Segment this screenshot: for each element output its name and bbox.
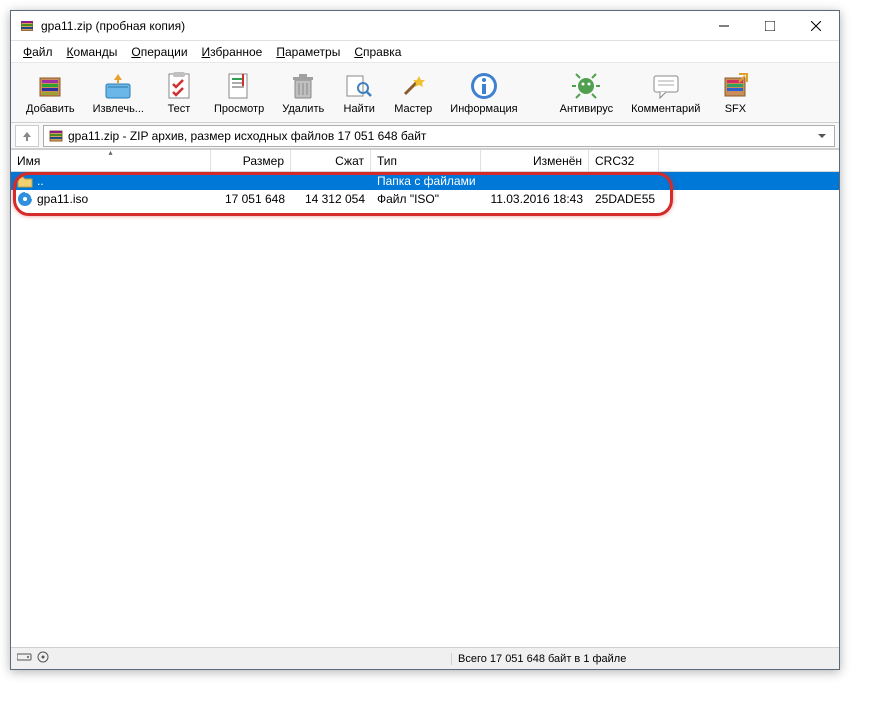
test-button[interactable]: Тест (155, 67, 203, 118)
sfx-button[interactable]: SFX (711, 67, 759, 118)
path-dropdown-icon[interactable] (814, 132, 830, 140)
column-crc[interactable]: CRC32 (589, 150, 659, 171)
view-button[interactable]: Просмотр (207, 67, 271, 118)
app-window: gpa11.zip (пробная копия) Файл Команды О… (10, 10, 840, 670)
menu-commands[interactable]: Команды (61, 43, 124, 61)
add-button[interactable]: Добавить (19, 67, 82, 118)
column-name[interactable]: ▴Имя (11, 150, 211, 171)
view-icon (223, 70, 255, 102)
up-button[interactable] (15, 125, 39, 147)
add-icon (34, 70, 66, 102)
iso-file-icon (17, 191, 33, 207)
delete-icon (287, 70, 319, 102)
titlebar: gpa11.zip (пробная копия) (11, 11, 839, 41)
toolbar: Добавить Извлечь... Тест Просмотр Удалит… (11, 63, 839, 123)
column-packed[interactable]: Сжат (291, 150, 371, 171)
wizard-icon (397, 70, 429, 102)
comment-button[interactable]: Комментарий (624, 67, 707, 118)
comment-icon (650, 70, 682, 102)
sort-indicator-icon: ▴ (108, 148, 112, 157)
test-icon (163, 70, 195, 102)
antivirus-icon (570, 70, 602, 102)
table-row[interactable]: gpa11.iso 17 051 648 14 312 054 Файл "IS… (11, 190, 839, 208)
menu-options[interactable]: Параметры (270, 43, 346, 61)
antivirus-button[interactable]: Антивирус (553, 67, 620, 118)
info-button[interactable]: Информация (443, 67, 524, 118)
status-left (11, 651, 451, 666)
extract-icon (102, 70, 134, 102)
find-button[interactable]: Найти (335, 67, 383, 118)
info-icon (468, 70, 500, 102)
list-body[interactable]: .. Папка с файлами gpa11.iso 17 051 648 … (11, 172, 839, 647)
table-row[interactable]: .. Папка с файлами (11, 172, 839, 190)
menu-help[interactable]: Справка (348, 43, 407, 61)
path-field[interactable]: gpa11.zip - ZIP архив, размер исходных ф… (43, 125, 835, 147)
column-headers: ▴Имя Размер Сжат Тип Изменён CRC32 (11, 150, 839, 172)
close-button[interactable] (793, 11, 839, 40)
window-title: gpa11.zip (пробная копия) (41, 19, 701, 33)
extract-button[interactable]: Извлечь... (86, 67, 151, 118)
folder-up-icon (17, 173, 33, 189)
find-icon (343, 70, 375, 102)
file-list: ▴Имя Размер Сжат Тип Изменён CRC32 .. Па… (11, 149, 839, 647)
column-size[interactable]: Размер (211, 150, 291, 171)
menu-file[interactable]: Файл (17, 43, 59, 61)
column-type[interactable]: Тип (371, 150, 481, 171)
minimize-button[interactable] (701, 11, 747, 40)
status-hdd-icon (17, 652, 33, 665)
sfx-icon (719, 70, 751, 102)
window-controls (701, 11, 839, 40)
pathbar: gpa11.zip - ZIP архив, размер исходных ф… (11, 123, 839, 149)
status-disc-icon (37, 651, 49, 666)
menu-favorites[interactable]: Избранное (196, 43, 269, 61)
status-summary: Всего 17 051 648 байт в 1 файле (451, 653, 839, 665)
menubar: Файл Команды Операции Избранное Параметр… (11, 41, 839, 63)
archive-icon (48, 128, 64, 144)
app-icon (19, 18, 35, 34)
statusbar: Всего 17 051 648 байт в 1 файле (11, 647, 839, 669)
menu-operations[interactable]: Операции (125, 43, 193, 61)
maximize-button[interactable] (747, 11, 793, 40)
column-modified[interactable]: Изменён (481, 150, 589, 171)
delete-button[interactable]: Удалить (275, 67, 331, 118)
wizard-button[interactable]: Мастер (387, 67, 439, 118)
